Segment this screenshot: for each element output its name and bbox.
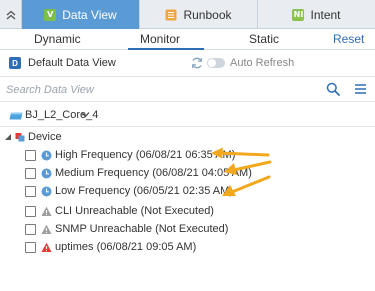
- sub-tab-bar: Dynamic Monitor Static Reset: [0, 29, 375, 50]
- search-input[interactable]: [6, 80, 316, 99]
- chevron-down-icon[interactable]: [81, 110, 90, 119]
- data-view-header: D Default Data View Auto Refresh: [0, 51, 375, 75]
- reset-link[interactable]: Reset: [333, 32, 364, 46]
- checkbox[interactable]: [25, 241, 36, 253]
- search-icon[interactable]: [326, 82, 340, 96]
- switch-device-icon: [9, 112, 23, 120]
- tab-intent[interactable]: NI Intent: [258, 0, 375, 29]
- warning-gray-icon: [41, 206, 52, 216]
- tree-item-snmp-unreachable[interactable]: SNMP Unreachable (Not Executed): [25, 222, 228, 236]
- item-label: Low Frequency (06/05/21 02:35 AM): [55, 185, 233, 197]
- collapse-panel-button[interactable]: [0, 0, 22, 29]
- tab-data-view[interactable]: V Data View: [22, 0, 140, 29]
- clock-icon: [41, 186, 52, 196]
- tree-item-uptimes[interactable]: uptimes (06/08/21 09:05 AM): [25, 240, 196, 254]
- tab-data-view-label: Data View: [62, 7, 117, 22]
- checkbox[interactable]: [25, 149, 36, 161]
- intent-icon: NI: [292, 8, 305, 21]
- annotation-arrow-icon: [222, 175, 271, 196]
- data-view-title[interactable]: Default Data View: [28, 57, 116, 69]
- clock-icon: [41, 168, 52, 178]
- tab-dynamic[interactable]: Dynamic: [34, 32, 81, 46]
- checkbox[interactable]: [25, 205, 36, 217]
- auto-refresh-toggle[interactable]: [207, 58, 225, 68]
- tab-static[interactable]: Static: [249, 32, 279, 46]
- tree-item-low-frequency[interactable]: Low Frequency (06/05/21 02:35 AM): [25, 184, 233, 198]
- data-view-icon: V: [44, 8, 57, 21]
- clock-icon: [41, 150, 52, 160]
- device-group-icon: [15, 133, 25, 142]
- data-view-badge-icon: D: [9, 57, 21, 69]
- tab-monitor[interactable]: Monitor: [140, 32, 180, 46]
- hamburger-menu-icon[interactable]: [354, 83, 367, 95]
- auto-refresh-label: Auto Refresh: [230, 57, 295, 69]
- warning-gray-icon: [41, 224, 52, 234]
- tab-runbook-label: Runbook: [183, 7, 232, 22]
- top-tab-bar: V Data View Runbook NI Intent: [0, 0, 375, 29]
- runbook-icon: [165, 9, 177, 20]
- checkbox[interactable]: [25, 185, 36, 197]
- caret-expanded-icon[interactable]: [4, 133, 12, 141]
- tree-root-label: Device: [28, 131, 62, 143]
- device-selector[interactable]: BJ_L2_Core_4: [0, 103, 375, 127]
- checkbox[interactable]: [25, 167, 36, 179]
- tab-intent-label: Intent: [310, 7, 341, 22]
- divider: [0, 126, 375, 127]
- tree-item-medium-frequency[interactable]: Medium Frequency (06/08/21 04:05 AM): [25, 166, 252, 180]
- tree-root-device[interactable]: Device: [4, 130, 62, 144]
- active-tab-indicator: [128, 48, 204, 50]
- tree-item-high-frequency[interactable]: High Frequency (06/08/21 06:35 AM): [25, 148, 235, 162]
- item-label: SNMP Unreachable (Not Executed): [55, 223, 229, 235]
- tab-runbook[interactable]: Runbook: [140, 0, 258, 29]
- tree-item-cli-unreachable[interactable]: CLI Unreachable (Not Executed): [25, 204, 214, 218]
- item-label: uptimes (06/08/21 09:05 AM): [55, 241, 197, 253]
- warning-red-icon: [41, 242, 52, 252]
- refresh-icon[interactable]: [190, 56, 204, 70]
- double-chevron-up-icon: [6, 10, 15, 19]
- search-bar: [0, 76, 375, 102]
- item-label: CLI Unreachable (Not Executed): [55, 205, 214, 217]
- checkbox[interactable]: [25, 223, 36, 235]
